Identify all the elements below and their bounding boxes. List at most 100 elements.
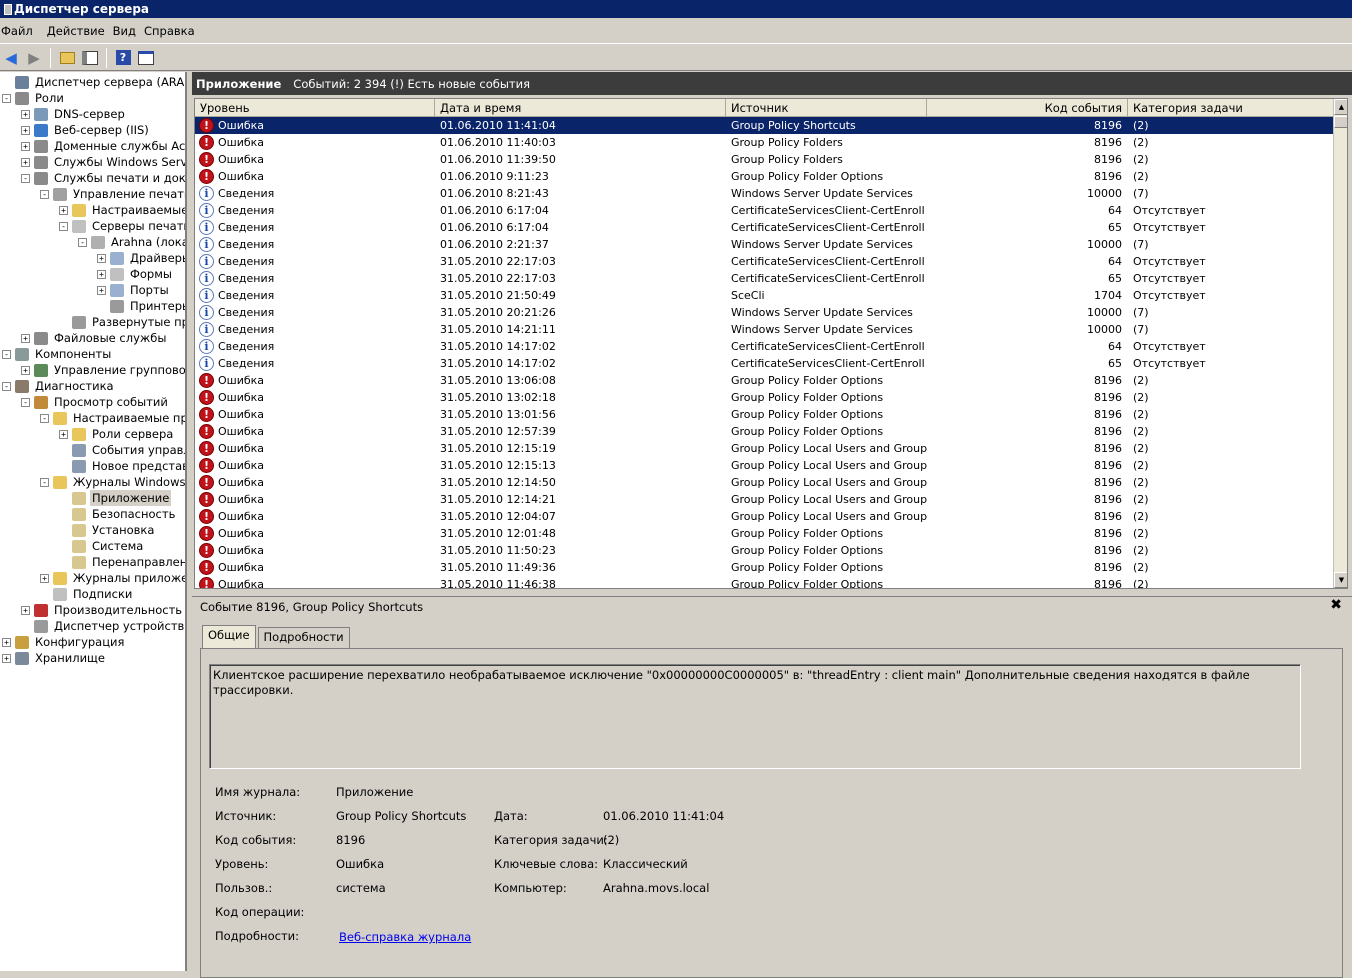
expand-icon[interactable]: + (21, 141, 30, 151)
tree-item[interactable]: + Службы Windows Server L (21, 154, 185, 170)
tree-item[interactable]: Установка (59, 522, 156, 538)
expand-icon[interactable]: + (59, 205, 68, 215)
tree-item[interactable]: Принтеры (97, 298, 185, 314)
table-row[interactable]: ! Ошибка 31.05.2010 12:01:48 Group Policy F… (195, 525, 1333, 542)
collapse-icon[interactable]: - (2, 93, 11, 103)
table-row[interactable]: ! Ошибка 31.05.2010 12:15:19 Group Policy L… (195, 440, 1333, 457)
table-row[interactable]: i Сведения 01.06.2010 6:17:04 CertificateSe… (195, 219, 1333, 236)
tree-item[interactable]: + Формы (97, 266, 174, 282)
tree-item[interactable]: + Порты (97, 282, 171, 298)
tree-item[interactable]: Перенаправленны (59, 554, 185, 570)
table-row[interactable]: ! Ошибка 31.05.2010 12:04:07 Group Policy L… (195, 508, 1333, 525)
tree-item[interactable]: - Службы печати и докуме (21, 170, 185, 186)
menu-file[interactable]: Файл (0, 24, 47, 38)
expand-icon[interactable]: + (21, 109, 30, 119)
event-log-online-help-link[interactable]: Веб-справка журнала (339, 930, 471, 944)
collapse-icon[interactable]: - (78, 237, 87, 247)
collapse-icon[interactable]: - (40, 413, 49, 423)
tree-item[interactable]: - Диагностика (2, 378, 116, 394)
collapse-icon[interactable]: - (2, 349, 11, 359)
table-row[interactable]: ! Ошибка 31.05.2010 11:50:23 Group Policy F… (195, 542, 1333, 559)
tree-item[interactable]: - Arahna (локалі (78, 234, 185, 250)
table-row[interactable]: i Сведения 01.06.2010 6:17:04 CertificateSe… (195, 202, 1333, 219)
tree-item[interactable]: Безопасность (59, 506, 177, 522)
collapse-icon[interactable]: - (59, 221, 68, 231)
expand-icon[interactable]: + (2, 637, 11, 647)
show-hide-tree-icon[interactable] (80, 48, 100, 68)
expand-icon[interactable]: + (59, 429, 68, 439)
tree-item[interactable]: События управле (59, 442, 185, 458)
table-row[interactable]: i Сведения 31.05.2010 22:17:03 CertificateS… (195, 253, 1333, 270)
forward-icon[interactable]: ▶ (24, 48, 44, 68)
expand-icon[interactable]: + (97, 285, 106, 295)
column-header-datetime[interactable]: Дата и время (435, 99, 726, 117)
table-row[interactable]: ! Ошибка 31.05.2010 12:15:13 Group Policy L… (195, 457, 1333, 474)
table-row[interactable]: i Сведения 31.05.2010 22:17:03 CertificateS… (195, 270, 1333, 287)
table-row[interactable]: ! Ошибка 01.06.2010 11:39:50 Group Policy F… (195, 151, 1333, 168)
table-row[interactable]: i Сведения 31.05.2010 14:17:02 CertificateS… (195, 338, 1333, 355)
menu-help[interactable]: Справка (144, 24, 203, 38)
column-header-source[interactable]: Источник (726, 99, 927, 117)
expand-icon[interactable]: + (21, 365, 30, 375)
table-row[interactable]: ! Ошибка 01.06.2010 11:41:04 Group Policy S… (195, 117, 1333, 134)
tree-item[interactable]: Новое представле (59, 458, 185, 474)
back-icon[interactable]: ◀ (1, 48, 21, 68)
scroll-thumb[interactable] (1334, 116, 1347, 128)
scroll-down-button[interactable]: ▼ (1334, 572, 1347, 588)
column-header-event-id[interactable]: Код события (927, 99, 1128, 117)
tree-item[interactable]: + Драйверы (97, 250, 185, 266)
menu-view[interactable]: Вид (113, 24, 144, 38)
collapse-icon[interactable]: - (40, 477, 49, 487)
collapse-icon[interactable]: - (40, 189, 49, 199)
expand-icon[interactable]: + (21, 605, 30, 615)
tree-item[interactable]: - Настраиваемые предс (40, 410, 185, 426)
expand-icon[interactable]: + (97, 253, 106, 263)
expand-icon[interactable]: + (21, 333, 30, 343)
table-row[interactable]: ! Ошибка 31.05.2010 12:14:50 Group Policy L… (195, 474, 1333, 491)
tree-item[interactable]: + Хранилище (2, 650, 107, 666)
table-row[interactable]: ! Ошибка 31.05.2010 11:49:36 Group Policy F… (195, 559, 1333, 576)
tree-item[interactable]: - Управление печатью (40, 186, 185, 202)
expand-icon[interactable]: + (2, 653, 11, 663)
table-row[interactable]: i Сведения 31.05.2010 21:50:49 SceCli 1704 От… (195, 287, 1333, 304)
tree-item[interactable]: + Файловые службы (21, 330, 168, 346)
tree-item[interactable]: + Роли сервера (59, 426, 175, 442)
tree-item[interactable]: - Роли (2, 90, 66, 106)
table-row[interactable]: i Сведения 31.05.2010 14:17:02 CertificateS… (195, 355, 1333, 372)
tree-item[interactable]: Диспетчер сервера (ARAHNA) (2, 74, 185, 90)
tree-item[interactable]: + Журналы приложений (40, 570, 185, 586)
properties-icon[interactable] (136, 48, 156, 68)
tree-item[interactable]: + Доменные службы Active (21, 138, 185, 154)
expand-icon[interactable]: + (21, 157, 30, 167)
help-icon[interactable]: ? (113, 48, 133, 68)
expand-icon[interactable]: + (40, 573, 49, 583)
table-row[interactable]: i Сведения 31.05.2010 20:21:26 Windows Serv… (195, 304, 1333, 321)
tree-item[interactable]: + Веб-сервер (IIS) (21, 122, 151, 138)
up-folder-icon[interactable] (57, 48, 77, 68)
tree-item[interactable]: - Компоненты (2, 346, 113, 362)
table-row[interactable]: i Сведения 31.05.2010 14:21:11 Windows Serv… (195, 321, 1333, 338)
table-row[interactable]: i Сведения 01.06.2010 8:21:43 Windows Serve… (195, 185, 1333, 202)
tree-item[interactable]: Развернутые при (59, 314, 185, 330)
tree-item[interactable]: + Настраиваемые фи (59, 202, 185, 218)
tree-item[interactable]: Приложение (59, 490, 172, 506)
tree-item[interactable]: Подписки (40, 586, 134, 602)
events-scrollbar[interactable]: ▲ ▼ (1333, 99, 1347, 588)
close-icon[interactable]: ✖ (1330, 597, 1342, 613)
table-row[interactable]: ! Ошибка 01.06.2010 11:40:03 Group Policy F… (195, 134, 1333, 151)
collapse-icon[interactable]: - (2, 381, 11, 391)
tree-item[interactable]: - Серверы печати (59, 218, 185, 234)
table-row[interactable]: ! Ошибка 31.05.2010 13:02:18 Group Policy F… (195, 389, 1333, 406)
table-row[interactable]: ! Ошибка 01.06.2010 9:11:23 Group Policy Fo… (195, 168, 1333, 185)
table-row[interactable]: i Сведения 01.06.2010 2:21:37 Windows Serve… (195, 236, 1333, 253)
column-header-task-category[interactable]: Категория задачи (1128, 99, 1333, 117)
tree-item[interactable]: + Конфигурация (2, 634, 126, 650)
tree-item[interactable]: Диспетчер устройств (21, 618, 185, 634)
table-row[interactable]: ! Ошибка 31.05.2010 13:06:08 Group Policy F… (195, 372, 1333, 389)
table-row[interactable]: ! Ошибка 31.05.2010 11:46:38 Group Policy F… (195, 576, 1333, 588)
expand-icon[interactable]: + (97, 269, 106, 279)
table-row[interactable]: ! Ошибка 31.05.2010 12:57:39 Group Policy F… (195, 423, 1333, 440)
event-message-box[interactable]: Клиентское расширение перехватило необра… (209, 664, 1301, 769)
tree-item[interactable]: - Просмотр событий (21, 394, 170, 410)
column-header-level[interactable]: Уровень (195, 99, 435, 117)
